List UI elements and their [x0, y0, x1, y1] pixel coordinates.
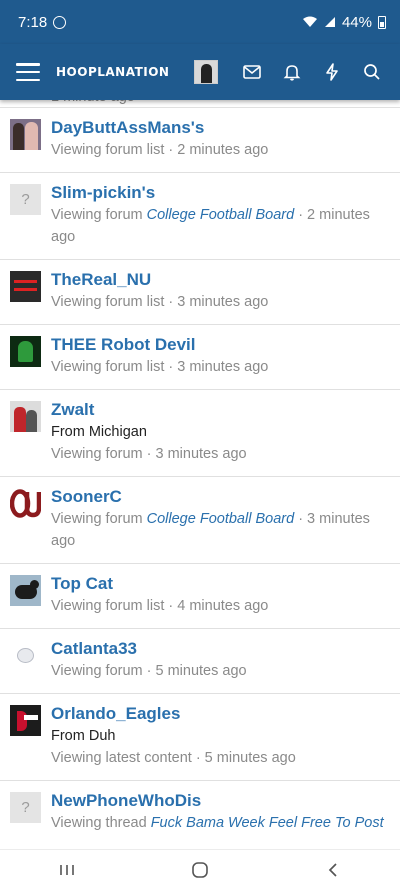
list-item: SoonerC Viewing forum College Football B… — [0, 477, 400, 564]
activity-text: Viewing forum College Football Board · 3… — [51, 508, 390, 552]
recent-apps-button[interactable] — [37, 852, 97, 888]
battery-icon — [378, 15, 386, 29]
recent-apps-icon — [59, 864, 74, 875]
avatar[interactable] — [10, 575, 41, 606]
member-name[interactable]: Orlando_Eagles — [51, 703, 390, 725]
status-bar: 7:18 44% — [0, 0, 400, 44]
member-name[interactable]: Slim-pickin's — [51, 182, 390, 204]
member-name[interactable]: Top Cat — [51, 573, 390, 595]
avatar[interactable] — [10, 119, 41, 150]
activity-text: Viewing thread Fuck Bama Week Feel Free … — [51, 812, 390, 834]
member-location: From Michigan — [51, 424, 147, 440]
home-icon — [192, 861, 208, 878]
forum-link[interactable]: College Football Board — [147, 207, 295, 223]
back-icon — [329, 862, 337, 877]
avatar[interactable] — [10, 488, 41, 519]
list-item: Catlanta33 Viewing forum · 5 minutes ago — [0, 629, 400, 694]
activity-text: Viewing forum College Football Board · 2… — [51, 204, 390, 248]
online-members-list: 1 minute ago DayButtAssMans's Viewing fo… — [0, 100, 400, 849]
back-button[interactable] — [303, 852, 363, 888]
forum-link[interactable]: College Football Board — [147, 511, 295, 527]
status-time: 7:18 — [18, 13, 48, 31]
member-name[interactable]: Zwalt — [51, 399, 390, 421]
menu-icon[interactable] — [16, 63, 40, 81]
signal-icon — [324, 17, 335, 27]
member-name[interactable]: SoonerC — [51, 486, 390, 508]
activity-text: Viewing forum list · 4 minutes ago — [51, 598, 269, 614]
list-item: ? NewPhoneWhoDis Viewing thread Fuck Bam… — [0, 781, 400, 845]
site-logo[interactable]: HOOPLANATION — [56, 65, 169, 79]
activity-label: Viewing forum — [51, 511, 143, 527]
activity-label: Viewing forum — [51, 207, 143, 223]
avatar[interactable] — [10, 401, 41, 432]
activity-text: Viewing forum · 3 minutes ago — [51, 446, 247, 462]
wifi-icon — [302, 16, 317, 27]
activity-label: Viewing thread — [51, 815, 147, 831]
avatar[interactable] — [10, 336, 41, 367]
member-name[interactable]: Catlanta33 — [51, 638, 390, 660]
member-name[interactable]: TheReal_NU — [51, 269, 390, 291]
lightning-icon[interactable] — [312, 52, 352, 92]
app-header: HOOPLANATION — [0, 44, 400, 100]
member-name[interactable]: THEE Robot Devil — [51, 334, 390, 356]
avatar[interactable]: ? — [10, 184, 41, 215]
list-item: ? Slim-pickin's Viewing forum College Fo… — [0, 173, 400, 260]
activity-text: Viewing forum list · 3 minutes ago — [51, 294, 269, 310]
list-item: DayButtAssMans's Viewing forum list · 2 … — [0, 108, 400, 173]
member-location: From Duh — [51, 728, 116, 744]
member-name[interactable]: NewPhoneWhoDis — [51, 790, 390, 812]
list-item: Orlando_Eagles From Duh Viewing latest c… — [0, 694, 400, 781]
search-icon[interactable] — [352, 52, 392, 92]
inbox-icon[interactable] — [232, 52, 272, 92]
list-item-partial: 1 minute ago — [0, 100, 400, 108]
activity-text: Viewing forum · 5 minutes ago — [51, 663, 247, 679]
activity-text: Viewing latest content · 5 minutes ago — [51, 750, 296, 766]
activity-text: Viewing forum list · 2 minutes ago — [51, 142, 269, 158]
bell-icon[interactable] — [272, 52, 312, 92]
list-item: Top Cat Viewing forum list · 4 minutes a… — [0, 564, 400, 629]
user-avatar[interactable] — [194, 60, 218, 84]
battery-percent: 44% — [341, 13, 372, 31]
list-item: TheReal_NU Viewing forum list · 3 minute… — [0, 260, 400, 325]
system-nav-bar — [0, 849, 400, 889]
thread-link[interactable]: Fuck Bama Week Feel Free To Post — [151, 815, 384, 831]
list-item: THEE Robot Devil Viewing forum list · 3 … — [0, 325, 400, 390]
avatar[interactable]: ? — [10, 792, 41, 823]
status-right: 44% — [302, 14, 386, 31]
activity-text: Viewing forum list · 3 minutes ago — [51, 359, 269, 375]
member-name[interactable]: DayButtAssMans's — [51, 117, 390, 139]
avatar[interactable] — [10, 640, 41, 671]
list-item: Zwalt From Michigan Viewing forum · 3 mi… — [0, 390, 400, 477]
home-button[interactable] — [170, 852, 230, 888]
avatar[interactable] — [10, 271, 41, 302]
messenger-notification-icon — [53, 15, 67, 29]
activity-text: 1 minute ago — [51, 100, 135, 108]
avatar[interactable] — [10, 705, 41, 736]
